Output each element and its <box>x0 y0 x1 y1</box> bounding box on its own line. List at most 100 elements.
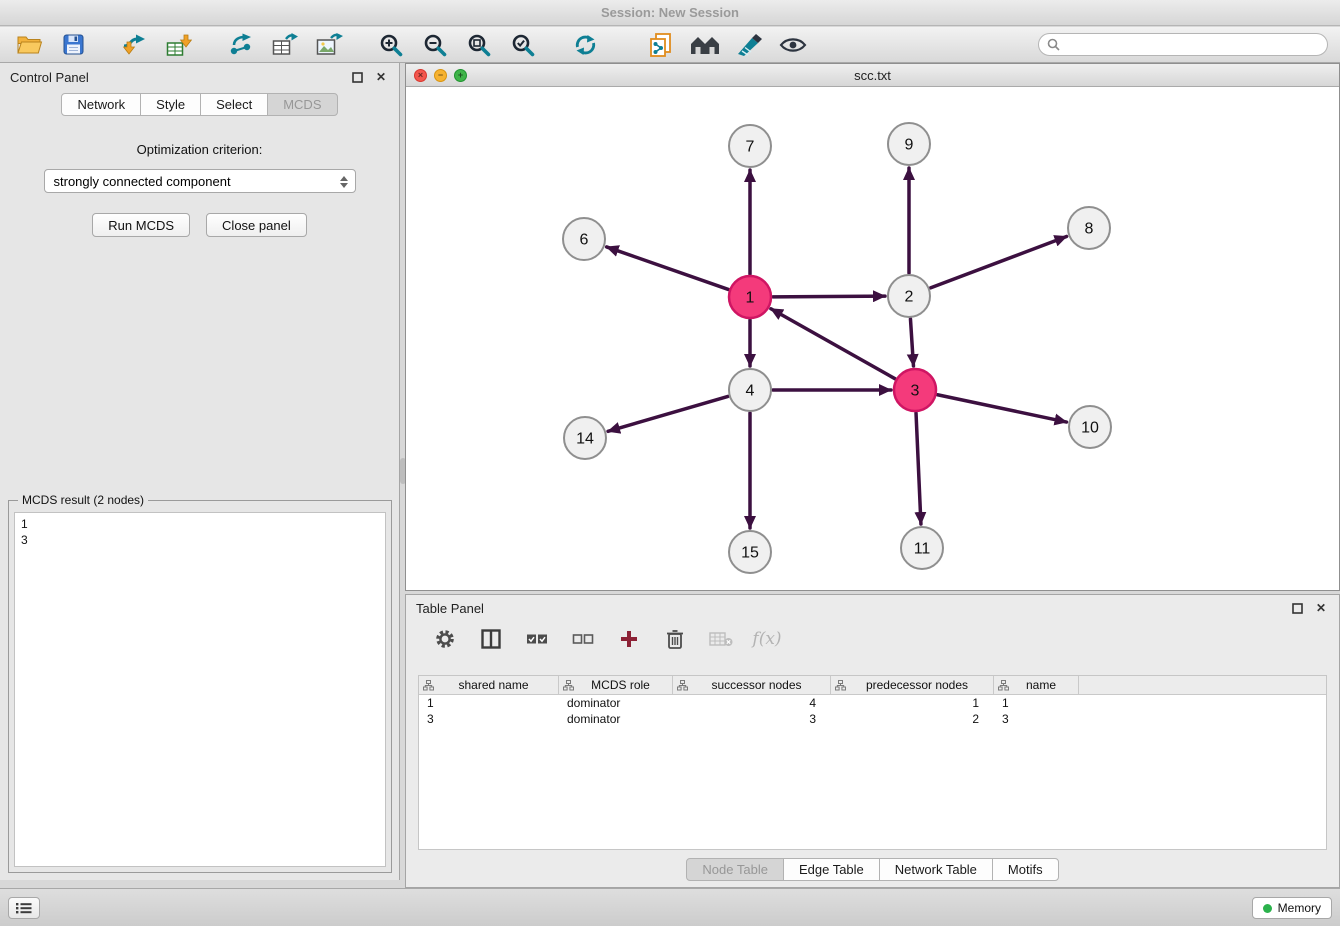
table-cell: 1 <box>831 695 994 711</box>
tab-edge-table[interactable]: Edge Table <box>783 858 880 881</box>
column-sort-icon[interactable] <box>835 680 846 691</box>
task-history-button[interactable] <box>8 897 40 919</box>
tab-node-table[interactable]: Node Table <box>686 858 784 881</box>
gear-icon <box>434 628 456 650</box>
eye-icon <box>779 36 807 54</box>
zoom-in-button[interactable] <box>372 30 410 60</box>
delete-column-button[interactable] <box>660 625 690 653</box>
tab-style[interactable]: Style <box>140 93 201 116</box>
graph-edge-1-2[interactable] <box>773 296 885 297</box>
dropdown-stepper-icon <box>337 173 351 190</box>
table-panel: Table Panel ✕ <box>405 594 1340 888</box>
graph-edge-1-6[interactable] <box>607 247 729 289</box>
delete-table-icon <box>709 631 733 647</box>
table-row[interactable]: 3dominator323 <box>419 711 1326 727</box>
graph-node-15[interactable]: 15 <box>729 531 771 573</box>
tab-motifs[interactable]: Motifs <box>992 858 1059 881</box>
graph-node-8[interactable]: 8 <box>1068 207 1110 249</box>
network-from-document-button[interactable] <box>642 30 680 60</box>
refresh-button[interactable] <box>566 30 604 60</box>
close-panel-icon[interactable]: ✕ <box>373 69 389 85</box>
import-table-button[interactable] <box>160 30 198 60</box>
network-canvas[interactable]: 7 9 6 8 1 2 4 3 14 10 15 11 <box>406 87 1339 590</box>
optimization-criterion-dropdown[interactable]: strongly connected component <box>44 169 356 193</box>
close-window-icon[interactable]: × <box>414 69 427 82</box>
column-sort-icon[interactable] <box>677 680 688 691</box>
function-builder-button[interactable]: f(x) <box>752 625 782 653</box>
graph-edge-2-8[interactable] <box>931 236 1067 287</box>
graph-edge-3-1[interactable] <box>771 309 895 379</box>
graph-node-7[interactable]: 7 <box>729 125 771 167</box>
settings-gear-button[interactable] <box>430 625 460 653</box>
open-session-button[interactable] <box>10 30 48 60</box>
graph-node-3[interactable]: 3 <box>894 369 936 411</box>
column-header-predecessor-nodes[interactable]: predecessor nodes <box>831 676 994 694</box>
graph-node-9[interactable]: 9 <box>888 123 930 165</box>
home-button[interactable] <box>686 30 724 60</box>
table-cell: 1 <box>994 695 1079 711</box>
run-mcds-button[interactable]: Run MCDS <box>92 213 190 237</box>
save-session-button[interactable] <box>54 30 92 60</box>
zoom-fit-icon <box>467 33 491 57</box>
close-table-panel-icon[interactable]: ✕ <box>1313 600 1329 616</box>
graph-edge-3-11[interactable] <box>916 413 921 524</box>
float-table-panel-icon[interactable] <box>1289 600 1305 616</box>
search-box[interactable] <box>1038 33 1328 56</box>
show-hide-panels-button[interactable] <box>774 30 812 60</box>
float-window-icon[interactable] <box>349 69 365 85</box>
column-sort-icon[interactable] <box>998 680 1009 691</box>
zoom-selected-button[interactable] <box>504 30 542 60</box>
window-title: Session: New Session <box>601 5 739 20</box>
zoom-fit-button[interactable] <box>460 30 498 60</box>
column-header-shared-name[interactable]: shared name <box>419 676 559 694</box>
column-header-successor-nodes[interactable]: successor nodes <box>673 676 831 694</box>
graph-node-10[interactable]: 10 <box>1069 406 1111 448</box>
network-window-title: scc.txt <box>406 68 1339 83</box>
column-header-mcds-role[interactable]: MCDS role <box>559 676 673 694</box>
graph-node-2[interactable]: 2 <box>888 275 930 317</box>
column-header-label: MCDS role <box>577 678 672 692</box>
maximize-window-icon[interactable]: + <box>454 69 467 82</box>
column-layout-button[interactable] <box>476 625 506 653</box>
graph-node-14[interactable]: 14 <box>564 417 606 459</box>
delete-table-button[interactable] <box>706 625 736 653</box>
columns-icon <box>481 629 501 649</box>
tab-select[interactable]: Select <box>200 93 268 116</box>
graph-node-1[interactable]: 1 <box>729 276 771 318</box>
table-row[interactable]: 1dominator411 <box>419 695 1326 711</box>
graph-edge-3-10[interactable] <box>938 395 1067 422</box>
tab-mcds[interactable]: MCDS <box>267 93 337 116</box>
import-network-button[interactable] <box>116 30 154 60</box>
graph-node-label: 2 <box>905 289 914 306</box>
export-network-button[interactable] <box>222 30 260 60</box>
apply-style-button[interactable] <box>730 30 768 60</box>
graph-edge-2-3[interactable] <box>910 319 913 366</box>
close-panel-button[interactable]: Close panel <box>206 213 307 237</box>
zoom-out-button[interactable] <box>416 30 454 60</box>
memory-label: Memory <box>1278 901 1321 915</box>
graph-node-label: 15 <box>741 545 759 562</box>
column-header-name[interactable]: name <box>994 676 1079 694</box>
export-image-button[interactable] <box>310 30 348 60</box>
import-network-icon <box>121 33 149 57</box>
graph-node-11[interactable]: 11 <box>901 527 943 569</box>
column-sort-icon[interactable] <box>563 680 574 691</box>
graph-node-label: 3 <box>911 383 920 400</box>
dropdown-value: strongly connected component <box>54 174 231 189</box>
column-sort-icon[interactable] <box>423 680 434 691</box>
graph-node-label: 8 <box>1085 221 1094 238</box>
tab-network-table[interactable]: Network Table <box>879 858 993 881</box>
search-input[interactable] <box>1065 38 1319 52</box>
table-panel-header: Table Panel ✕ <box>406 595 1339 621</box>
graph-edge-4-14[interactable] <box>608 396 728 431</box>
add-column-button[interactable] <box>614 625 644 653</box>
minimize-window-icon[interactable]: − <box>434 69 447 82</box>
export-table-button[interactable] <box>266 30 304 60</box>
graph-node-4[interactable]: 4 <box>729 369 771 411</box>
memory-button[interactable]: Memory <box>1252 897 1332 919</box>
select-all-rows-button[interactable] <box>522 625 552 653</box>
tab-network[interactable]: Network <box>61 93 141 116</box>
table-cell: dominator <box>559 711 673 727</box>
graph-node-6[interactable]: 6 <box>563 218 605 260</box>
deselect-all-rows-button[interactable] <box>568 625 598 653</box>
